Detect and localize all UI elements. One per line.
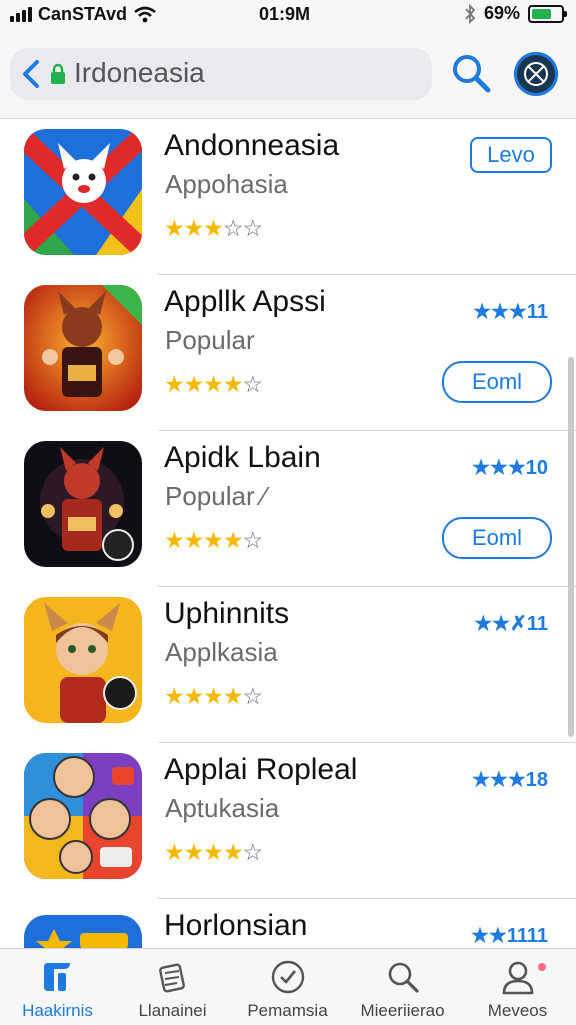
explore-tab-icon <box>271 960 305 994</box>
app-subtitle: Aptukasia <box>165 793 280 823</box>
stack-tab-icon <box>159 963 185 993</box>
app-icon-dark-warrior[interactable] <box>24 441 142 567</box>
rating-count: ★★✗11 <box>474 613 548 635</box>
rating-stars: ★★★☆☆ <box>164 215 264 242</box>
star-filled-icon: ★ <box>183 839 205 865</box>
rating-stars: ★★★★☆ <box>164 683 264 710</box>
back-arrow-icon[interactable] <box>16 54 46 94</box>
app-icon-friends[interactable] <box>24 753 142 879</box>
tab-profile[interactable]: Meveos <box>460 949 575 1025</box>
list-item[interactable]: Appllk Apssi Popular ★★★★☆ ★★★11 Eoml <box>0 275 576 431</box>
star-filled-icon: ★ <box>183 527 205 553</box>
tab-label: Mieeriierao <box>360 1001 445 1020</box>
tab-stack[interactable]: Llanainei <box>115 949 230 1025</box>
rating-stars: ★★★★☆ <box>164 839 264 866</box>
search-icon[interactable] <box>448 50 494 96</box>
home-tab-icon <box>44 963 70 991</box>
rating-count: ★★★10 <box>471 457 548 479</box>
star-filled-icon: ★ <box>164 839 185 865</box>
header-bar: Irdoneasia <box>0 30 576 119</box>
carrier-name: CanSTAvd <box>38 4 128 24</box>
star-empty-icon: ☆ <box>222 215 244 241</box>
star-filled-icon: ★ <box>222 839 244 865</box>
star-filled-icon: ★ <box>183 371 205 397</box>
star-empty-icon: ☆ <box>242 839 264 865</box>
get-button[interactable]: Eoml <box>442 361 552 403</box>
status-bar: CanSTAvd 01:9M 69% <box>0 0 576 30</box>
list-item[interactable]: Apidk Lbain Popular ⁄ ★★★★☆ ★★★10 Eoml <box>0 431 576 587</box>
get-button[interactable]: Levo <box>470 137 552 173</box>
bluetooth-icon <box>465 3 476 24</box>
star-empty-icon: ☆ <box>242 371 264 397</box>
app-title[interactable]: Applai Ropleal <box>164 753 357 787</box>
app-list[interactable]: Andonneasia Appohasia ★★★☆☆ Levo Appllk … <box>0 119 576 948</box>
app-title[interactable]: Appllk Apssi <box>164 285 326 319</box>
app-title[interactable]: Horlonsian <box>164 909 307 943</box>
address-text: Irdoneasia <box>74 57 205 88</box>
avatar-icon[interactable] <box>514 52 558 96</box>
app-subtitle: Popular <box>165 325 255 355</box>
tab-search[interactable]: Mieeriierao <box>345 949 460 1025</box>
app-icon-partial[interactable] <box>24 915 142 948</box>
tab-home[interactable]: Haakirnis <box>0 949 115 1025</box>
star-filled-icon: ★ <box>203 683 224 709</box>
notification-dot <box>538 963 546 971</box>
list-item[interactable]: Horlonsian ★★1111 <box>0 899 576 948</box>
rating-count: ★★★18 <box>471 769 548 791</box>
rating-stars: ★★★★☆ <box>164 527 264 554</box>
battery-percent: 69% <box>483 3 520 23</box>
app-icon-warrior[interactable] <box>24 285 142 411</box>
rating-count: ★★1111 <box>470 925 548 947</box>
battery-level-fill <box>532 8 551 19</box>
status-right: 69% <box>464 3 567 24</box>
star-filled-icon: ★ <box>222 683 244 709</box>
tab-bar: Haakirnis Llanainei Pemamsia Mieeriierao… <box>0 948 576 1025</box>
star-empty-icon: ☆ <box>242 215 264 241</box>
rating-count: ★★★11 <box>473 301 548 323</box>
star-filled-icon: ★ <box>222 527 244 553</box>
star-filled-icon: ★ <box>183 683 205 709</box>
list-item[interactable]: Applai Ropleal Aptukasia ★★★★☆ ★★★18 <box>0 743 576 899</box>
star-filled-icon: ★ <box>203 839 224 865</box>
app-subtitle: Applkasia <box>165 637 278 667</box>
tab-label: Meveos <box>487 1001 548 1020</box>
app-subtitle: Popular ⁄ <box>165 481 267 511</box>
battery-icon <box>528 4 567 23</box>
list-item[interactable]: Andonneasia Appohasia ★★★☆☆ Levo <box>0 119 576 275</box>
list-item[interactable]: Uphinnits Applkasia ★★★★☆ ★★✗11 <box>0 587 576 743</box>
avatar-glyph-icon <box>524 62 548 86</box>
star-filled-icon: ★ <box>183 215 205 241</box>
app-icon-fox[interactable] <box>24 129 142 255</box>
status-time: 01:9M <box>259 4 311 24</box>
star-filled-icon: ★ <box>222 371 244 397</box>
star-empty-icon: ☆ <box>242 527 264 553</box>
signal-icon <box>10 7 32 22</box>
tab-explore[interactable]: Pemamsia <box>230 949 345 1025</box>
get-button[interactable]: Eoml <box>442 517 552 559</box>
search-tab-icon <box>388 962 419 993</box>
star-filled-icon: ★ <box>164 215 185 241</box>
app-title[interactable]: Uphinnits <box>164 597 289 631</box>
address-bar[interactable]: Irdoneasia <box>10 48 432 100</box>
app-title[interactable]: Apidk Lbain <box>164 441 321 475</box>
wifi-icon <box>134 6 156 22</box>
star-filled-icon: ★ <box>164 371 185 397</box>
app-icon-boy[interactable] <box>24 597 142 723</box>
star-filled-icon: ★ <box>203 215 224 241</box>
app-subtitle: Appohasia <box>165 169 288 199</box>
status-left: CanSTAvd <box>10 4 157 25</box>
rating-stars: ★★★★☆ <box>164 371 264 398</box>
profile-tab-icon <box>502 961 534 995</box>
tab-label: Haakirnis <box>22 1001 93 1020</box>
star-filled-icon: ★ <box>164 527 185 553</box>
star-filled-icon: ★ <box>164 683 185 709</box>
tab-label: Pemamsia <box>247 1001 328 1020</box>
star-empty-icon: ☆ <box>242 683 264 709</box>
star-filled-icon: ★ <box>203 371 224 397</box>
app-title[interactable]: Andonneasia <box>164 129 339 163</box>
star-filled-icon: ★ <box>203 527 224 553</box>
lock-icon <box>51 63 65 84</box>
scrollbar[interactable] <box>568 357 574 737</box>
tab-label: Llanainei <box>138 1001 207 1020</box>
